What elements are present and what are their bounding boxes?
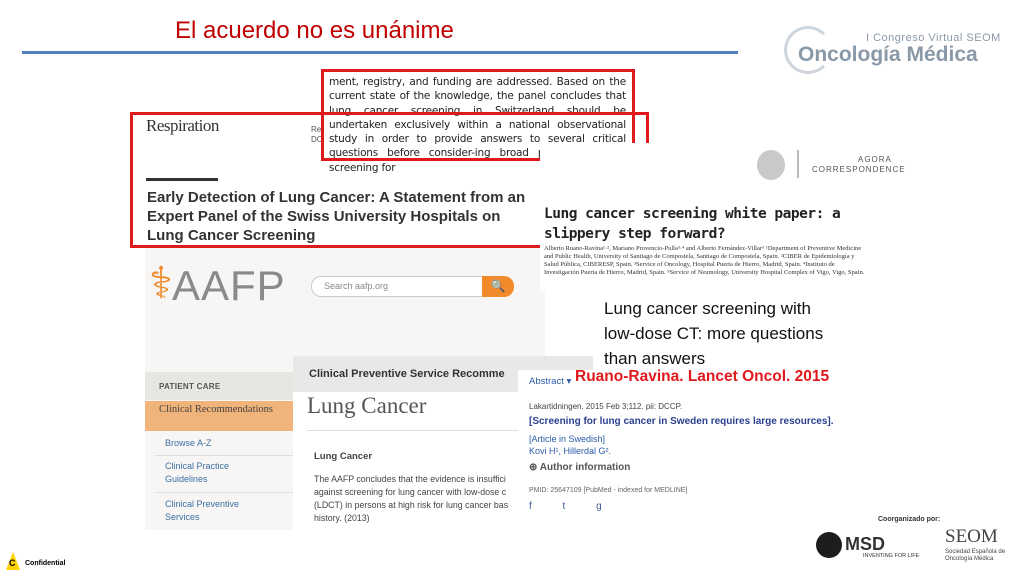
caduceus-icon: ⚕ <box>149 259 173 308</box>
msd-logo: MSD <box>845 534 885 554</box>
agora-title: Lung cancer screening white paper: a sli… <box>544 206 841 242</box>
pubmed-pmid: PMID: 25647109 [PubMed - indexed for MED… <box>529 487 688 494</box>
respiration-headline: Early Detection of Lung Cancer: A Statem… <box>147 189 526 244</box>
seom-logo: SEOM <box>945 526 998 547</box>
journal-rule <box>146 178 218 181</box>
sidebar-divider <box>155 455 293 456</box>
confidential-label: Confidential <box>25 560 66 567</box>
sidebar-item-guidelines[interactable]: Clinical Practice Guidelines <box>165 460 265 486</box>
sidebar-divider <box>155 492 293 493</box>
congress-logo-line2: Oncología Médica <box>798 43 978 66</box>
agora-logo-icon <box>757 150 785 180</box>
lancet-title: Lung cancer screening with low-dose CT: … <box>604 299 824 368</box>
clinical-recommendations-menu[interactable]: Clinical Recommendations <box>145 401 293 431</box>
author-information-toggle[interactable]: ⊕ Author information <box>529 462 630 473</box>
panel-subtitle: Lung Cancer <box>314 451 373 462</box>
slide-title: El acuerdo no es unánime <box>175 17 454 44</box>
panel-body: The AAFP concludes that the evidence is … <box>314 474 509 523</box>
msd-logo-icon <box>816 532 842 558</box>
msd-tagline: INVENTING FOR LIFE <box>863 553 920 559</box>
confidential-mark: C <box>9 558 16 568</box>
title-underline <box>22 51 738 54</box>
search-icon: 🔍 <box>490 279 506 293</box>
agora-authors: Alberto Ruano-Ravina¹·², Mariano Provenc… <box>544 245 865 276</box>
seom-tagline: Sociedad Española de Oncología Médica <box>945 549 1006 562</box>
sidebar-item-preventive[interactable]: Clinical Preventive Services <box>165 498 265 524</box>
pubmed-language: [Article in Swedish] <box>529 434 606 444</box>
sidebar-item-browse[interactable]: Browse A-Z <box>165 437 265 450</box>
aafp-logo[interactable]: AAFP <box>172 262 286 310</box>
share-icons[interactable]: f t g <box>529 501 616 512</box>
agora-divider <box>797 150 799 178</box>
organizer-label: Coorganizado por: <box>878 516 941 523</box>
correspondence-label: CORRESPONDENCE <box>812 165 906 174</box>
pubmed-authors[interactable]: Kovi H¹, Hillerdal G². <box>529 446 611 456</box>
search-input[interactable]: Search aafp.org <box>311 276 484 297</box>
abstract-dropdown[interactable]: Abstract ▾ <box>529 376 571 387</box>
panel-divider <box>307 430 532 431</box>
pubmed-journal[interactable]: Lakartidningen. 2015 Feb 3;112. pii: DCC… <box>529 402 682 411</box>
search-button[interactable]: 🔍 <box>482 276 514 297</box>
journal-name: Respiration <box>146 116 219 135</box>
pubmed-title: [Screening for lung cancer in Sweden req… <box>529 416 834 427</box>
patient-care-heading: PATIENT CARE <box>145 372 293 400</box>
panel-title: Lung Cancer <box>307 393 427 418</box>
agora-label: AGORA <box>858 155 892 164</box>
lancet-citation: Ruano-Ravina. Lancet Oncol. 2015 <box>575 368 830 385</box>
